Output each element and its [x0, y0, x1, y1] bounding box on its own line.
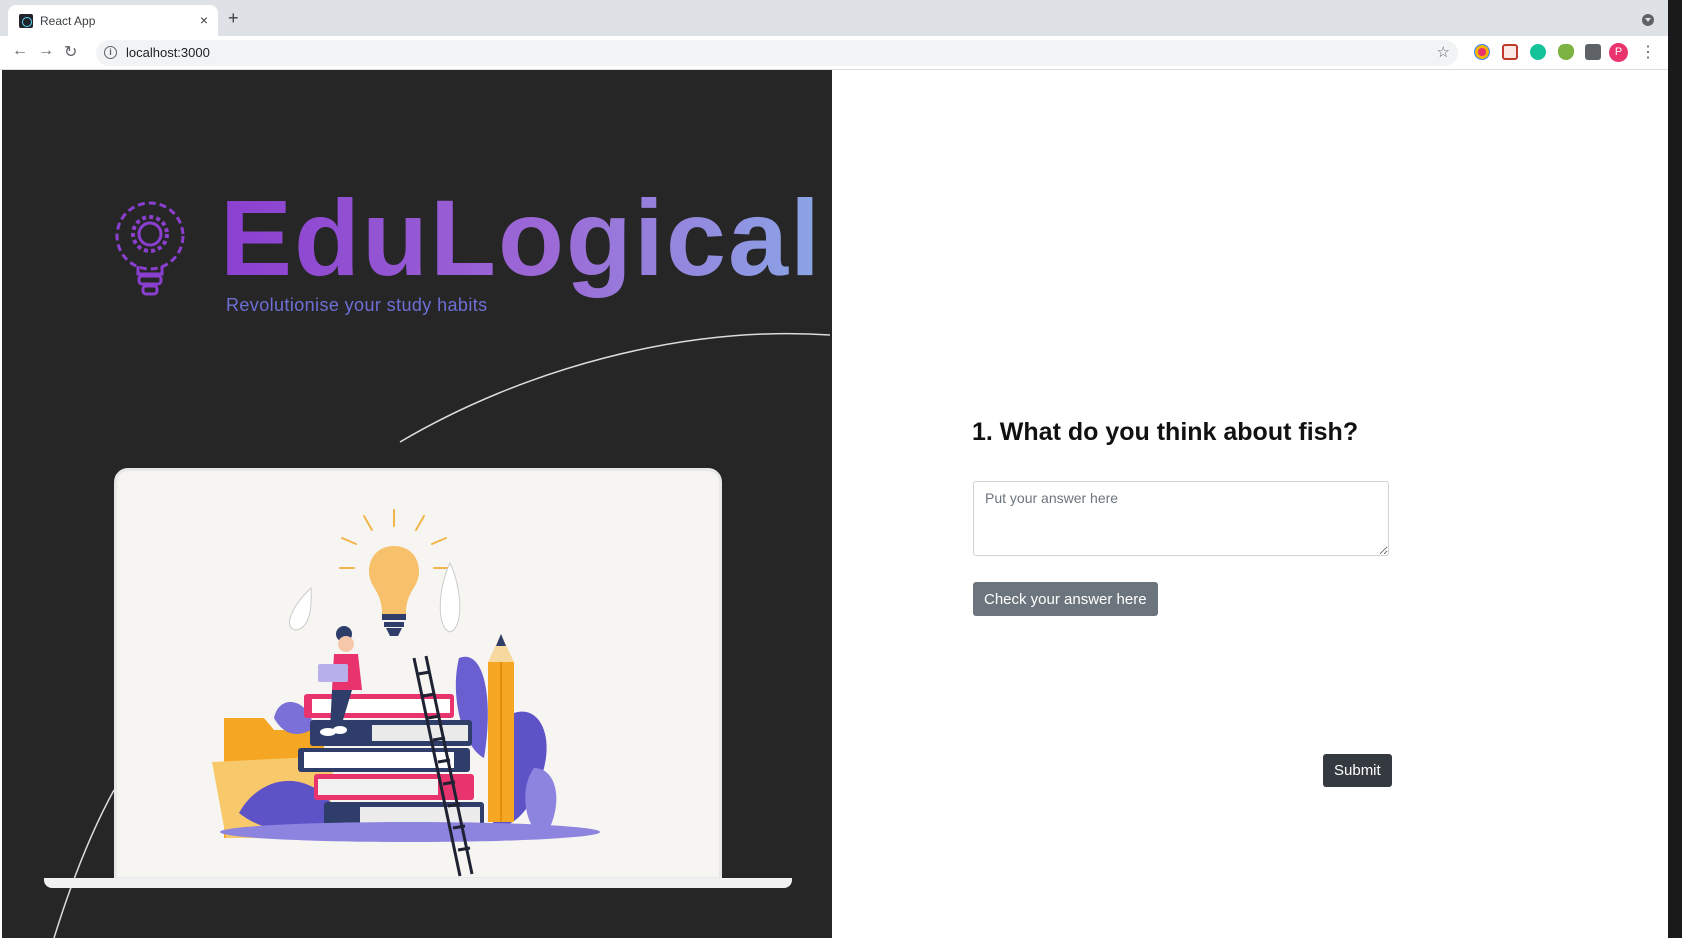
- grammarly-icon[interactable]: [1530, 44, 1546, 60]
- browser-window: React App × + ← → ↻ i localhost:3000 ☆ P…: [0, 0, 1668, 938]
- lightbulb-gear-icon: [115, 201, 185, 296]
- answer-input[interactable]: [973, 481, 1389, 556]
- new-tab-icon[interactable]: +: [228, 9, 239, 27]
- extension-color-icon[interactable]: [1474, 44, 1490, 60]
- back-icon[interactable]: ←: [12, 42, 28, 60]
- extension-screen-icon[interactable]: [1502, 44, 1518, 60]
- quiz-panel: 1. What do you think about fish? Check y…: [832, 70, 1668, 938]
- site-info-icon[interactable]: i: [104, 46, 117, 59]
- profile-avatar[interactable]: P: [1609, 43, 1628, 62]
- react-favicon-icon: [19, 14, 33, 28]
- brand-title: EduLogical: [220, 168, 822, 308]
- tab-title: React App: [40, 14, 96, 28]
- close-tab-icon[interactable]: ×: [200, 12, 208, 28]
- check-answer-button[interactable]: Check your answer here: [973, 582, 1158, 616]
- reload-icon[interactable]: ↻: [64, 42, 77, 62]
- forward-icon[interactable]: →: [38, 42, 54, 60]
- brand-tagline: Revolutionise your study habits: [226, 295, 488, 315]
- books-lightbulb-illustration: [212, 509, 600, 877]
- browser-toolbar: ← → ↻ i localhost:3000 ☆ P ⋮: [0, 36, 1668, 70]
- page-content: EduLogical Revolutionise your study habi…: [0, 70, 1668, 938]
- question-title: 1. What do you think about fish?: [972, 418, 1359, 446]
- submit-button[interactable]: Submit: [1323, 754, 1392, 787]
- tab-strip: React App × +: [0, 0, 1668, 36]
- hero-panel: EduLogical Revolutionise your study habi…: [2, 70, 832, 938]
- url-text: localhost:3000: [126, 45, 210, 60]
- extensions-puzzle-icon[interactable]: [1585, 44, 1601, 60]
- address-bar[interactable]: i localhost:3000 ☆: [96, 40, 1458, 66]
- tab-search-icon[interactable]: [1642, 14, 1654, 26]
- extension-plant-icon[interactable]: [1558, 44, 1574, 60]
- browser-menu-icon[interactable]: ⋮: [1640, 42, 1656, 62]
- bookmark-star-icon[interactable]: ☆: [1437, 43, 1450, 61]
- tab-react-app[interactable]: React App ×: [8, 5, 218, 36]
